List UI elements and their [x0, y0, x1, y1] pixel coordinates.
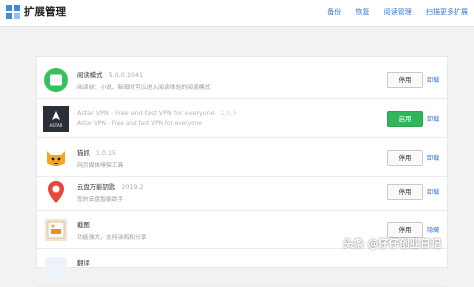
brand: 扩展管理 — [6, 5, 66, 19]
reading-manage-link[interactable]: 阅读管理 — [384, 8, 412, 16]
translate-icon — [45, 257, 67, 279]
map-pin-icon — [48, 181, 64, 203]
uninstall-link[interactable]: 卸载 — [427, 75, 439, 84]
astar-icon: ASTAR — [43, 106, 69, 132]
extension-version: 1.0.5 — [220, 109, 237, 117]
hide-link[interactable]: 隐藏 — [427, 225, 439, 234]
extension-description: 阅读前：小说、新闻时可以进入阅读体验的阅读模式 — [77, 85, 211, 91]
extension-name: 翻译 — [77, 259, 90, 267]
enable-button[interactable]: 启用 — [387, 111, 423, 127]
svg-text:ASTAR: ASTAR — [50, 123, 63, 128]
disable-button[interactable]: 停用 — [387, 150, 423, 166]
extension-description: 您的云盘智能助手 — [77, 197, 124, 203]
disable-button[interactable]: 停用 — [387, 184, 423, 200]
backup-link[interactable]: 备份 — [327, 8, 341, 16]
extension-description: 网页媒体嗅探工具 — [77, 163, 124, 169]
reader-icon — [44, 68, 68, 92]
disable-button[interactable]: 停用 — [387, 72, 423, 88]
extension-item-translate: 翻译 — [37, 250, 447, 287]
extension-name: Astar VPN - Free and fast VPN for everyo… — [77, 109, 215, 117]
extension-item-maozhua: 猫抓 1.0.15 网页媒体嗅探工具 停用 卸载 — [37, 140, 447, 177]
page-title: 扩展管理 — [24, 6, 66, 18]
restore-link[interactable]: 恢复 — [356, 8, 370, 16]
extension-item-reader: 阅读模式 5.0.0.1041 阅读前：小说、新闻时可以进入阅读体验的阅读模式 停… — [37, 62, 447, 99]
extension-item-astar-vpn: ASTAR Astar VPN - Free and fast VPN for … — [37, 101, 447, 138]
watermark: 头条 @仔仔创业日记 — [343, 238, 442, 250]
screenshot-icon — [45, 219, 67, 241]
grid-icon — [6, 5, 20, 19]
uninstall-link[interactable]: 卸载 — [427, 187, 439, 196]
extension-description: 功能强大，支持涂鸦和分享 — [77, 235, 147, 241]
extension-item-cloud-key: 云盘万能钥匙 2019.2 您的云盘智能助手 停用 卸载 — [37, 174, 447, 211]
extension-version: 2019.2 — [121, 183, 144, 191]
cat-icon — [47, 151, 65, 166]
extension-description: Astar VPN - Free and fast VPN for everyo… — [77, 121, 202, 127]
extension-name: 猫抓 — [77, 149, 90, 157]
more-extensions-link[interactable]: 扫描更多扩展 — [426, 8, 468, 16]
extension-version: 1.0.15 — [95, 149, 117, 157]
top-nav: 备份 恢复 阅读管理 扫描更多扩展 — [315, 7, 468, 17]
extension-name: 阅读模式 — [77, 71, 103, 79]
uninstall-link[interactable]: 卸载 — [427, 114, 439, 123]
extension-name: 云盘万能钥匙 — [77, 183, 116, 191]
uninstall-link[interactable]: 卸载 — [427, 153, 439, 162]
extension-version: 5.0.0.1041 — [108, 71, 144, 79]
extension-name: 截图 — [77, 221, 90, 229]
top-bar: 扩展管理 备份 恢复 阅读管理 扫描更多扩展 — [0, 0, 474, 27]
